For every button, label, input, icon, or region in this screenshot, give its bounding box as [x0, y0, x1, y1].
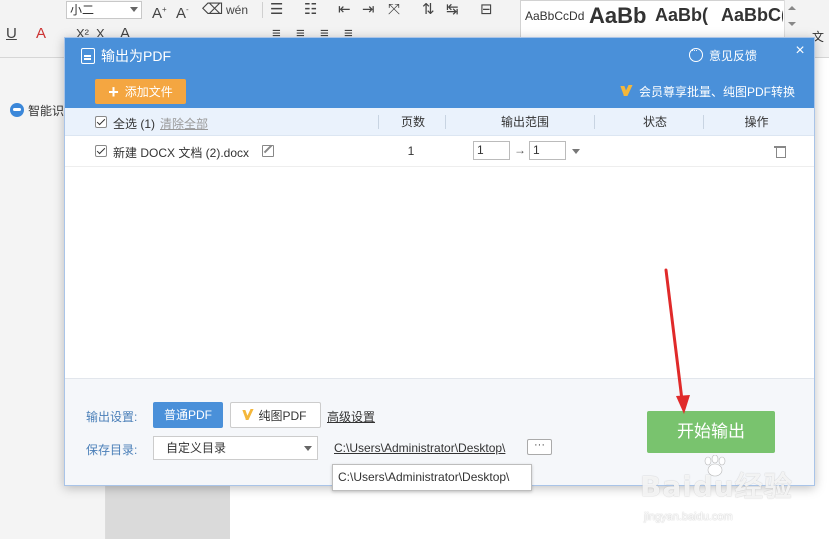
browse-button[interactable]: ···	[527, 439, 552, 455]
eraser-icon[interactable]: ⌫	[202, 0, 223, 20]
style-normal[interactable]: AaBbCcDd	[521, 1, 585, 39]
advanced-settings-link[interactable]: 高级设置	[327, 408, 375, 425]
feedback-link[interactable]: 意见反馈	[689, 45, 757, 65]
select-all-label: 全选 (1)	[113, 117, 156, 131]
baidu-watermark: Baidu经验 jingyan.baidu.com	[640, 455, 820, 539]
column-divider	[594, 115, 595, 129]
range-from-input[interactable]: 1	[473, 141, 510, 160]
smart-recognition-item[interactable]: 智能识	[10, 102, 64, 118]
file-list-empty-area	[65, 168, 814, 378]
smart-recognition-icon	[10, 103, 24, 117]
save-dir-select[interactable]: 自定义目录	[153, 436, 318, 460]
dialog-title-row: 输出为PDF	[81, 46, 171, 66]
pdf-icon	[81, 48, 95, 64]
vip-promo[interactable]: 会员尊享批量、纯图PDF转换	[621, 83, 795, 99]
file-name: 新建 DOCX 文档 (2).docx	[113, 146, 250, 160]
font-size-select[interactable]: 小二	[66, 1, 142, 19]
style-sample: AaBb(	[655, 5, 708, 25]
chevron-down-icon	[304, 446, 312, 451]
add-file-label: 添加文件	[124, 85, 173, 99]
style-sample: AaBbC(	[721, 5, 783, 25]
gallery-scroll[interactable]	[784, 0, 798, 40]
save-dir-value: 自定义目录	[166, 441, 227, 455]
font-color-icon[interactable]: A	[36, 24, 46, 44]
indent-icon[interactable]: ⇥	[362, 0, 375, 20]
grow-font-icon[interactable]: A+	[152, 0, 167, 24]
select-all-checkbox[interactable]	[95, 116, 107, 128]
text-direction-icon[interactable]: ⤧	[388, 0, 400, 20]
chevron-up-icon	[788, 6, 796, 10]
add-file-button[interactable]: + 添加文件	[95, 79, 186, 104]
shrink-font-icon[interactable]: A-	[176, 0, 189, 24]
pure-image-pdf-button[interactable]: 纯图PDF	[230, 402, 321, 428]
vip-promo-label: 会员尊享批量、纯图PDF转换	[639, 84, 796, 99]
ribbon-divider	[262, 2, 263, 18]
vip-crown-icon	[244, 409, 254, 421]
style-heading-1[interactable]: AaBb	[587, 1, 651, 39]
vip-crown-icon	[621, 85, 633, 97]
underline-icon[interactable]: U	[6, 24, 17, 44]
sort-icon[interactable]: ⇅	[422, 0, 435, 20]
file-status	[625, 137, 685, 165]
font-size-value: 小二	[70, 3, 95, 17]
table-row: 新建 DOCX 文档 (2).docx 1 1 → 1	[65, 137, 814, 167]
column-header-status: 状态	[642, 115, 667, 129]
plus-icon: +	[108, 81, 119, 102]
dialog-title: 输出为PDF	[101, 48, 171, 64]
outdent-icon[interactable]: ⇤	[338, 0, 351, 20]
border-icon[interactable]: ⊟	[480, 0, 493, 20]
line-spacing-icon[interactable]: ↹	[446, 0, 459, 20]
smart-recognition-label: 智能识	[28, 103, 65, 118]
styles-gallery: AaBbCcDd AaBb AaBb( AaBbC(	[520, 0, 798, 40]
watermark-url: jingyan.baidu.com	[644, 511, 733, 523]
column-divider	[378, 115, 379, 129]
column-header-range: 输出范围	[500, 115, 549, 129]
chevron-down-icon	[788, 22, 796, 26]
pure-image-pdf-label: 纯图PDF	[258, 408, 307, 423]
close-icon[interactable]: ×	[792, 42, 808, 60]
normal-pdf-button[interactable]: 普通PDF	[153, 402, 223, 428]
save-dir-label: 保存目录:	[86, 443, 138, 457]
file-checkbox[interactable]	[95, 145, 107, 157]
trash-icon[interactable]	[774, 145, 786, 158]
style-heading-2[interactable]: AaBb(	[653, 1, 717, 39]
column-divider	[445, 115, 446, 129]
column-header-pages: 页数	[400, 115, 425, 129]
pinyin-icon[interactable]: wén	[226, 0, 248, 20]
style-sample: AaBbCcDd	[525, 9, 585, 23]
save-path-link[interactable]: C:\Users\Administrator\Desktop\	[334, 441, 524, 455]
arrow-right-icon: →	[514, 143, 526, 157]
dialog-header: 输出为PDF 意见反馈 × + 添加文件 会员尊享批量、纯图PDF转换	[65, 38, 814, 108]
export-pdf-dialog: 输出为PDF 意见反馈 × + 添加文件 会员尊享批量、纯图PDF转换 全选 (…	[64, 37, 815, 486]
chevron-down-icon[interactable]	[572, 149, 580, 154]
file-pages: 1	[407, 144, 415, 158]
style-sample: AaBb	[589, 3, 647, 28]
bullet-list-icon[interactable]: ☰	[270, 0, 283, 20]
column-header-action: 操作	[744, 115, 769, 129]
chat-bubble-icon	[689, 45, 703, 62]
watermark-logo: Baidu经验	[640, 470, 793, 503]
start-export-button[interactable]: 开始输出	[647, 411, 775, 453]
feedback-label: 意见反馈	[709, 48, 758, 63]
rename-edit-icon[interactable]	[262, 145, 274, 157]
chevron-down-icon	[130, 7, 138, 12]
range-to-input[interactable]: 1	[529, 141, 566, 160]
clear-all-link[interactable]: 清除全部	[160, 115, 208, 132]
numbered-list-icon[interactable]: ☷	[304, 0, 317, 20]
file-table-header: 全选 (1) 清除全部 页数 输出范围 状态 操作	[65, 108, 814, 136]
output-settings-label: 输出设置:	[86, 410, 138, 424]
style-heading-3[interactable]: AaBbC(	[719, 1, 783, 39]
path-tooltip: C:\Users\Administrator\Desktop\	[332, 464, 532, 491]
ribbon-row-1: 小二 A+ A- ⌫ wén ☰ ☷ ⇤ ⇥ ⤧ ⇅ ↹ ⊟	[0, 0, 520, 22]
column-divider	[703, 115, 704, 129]
